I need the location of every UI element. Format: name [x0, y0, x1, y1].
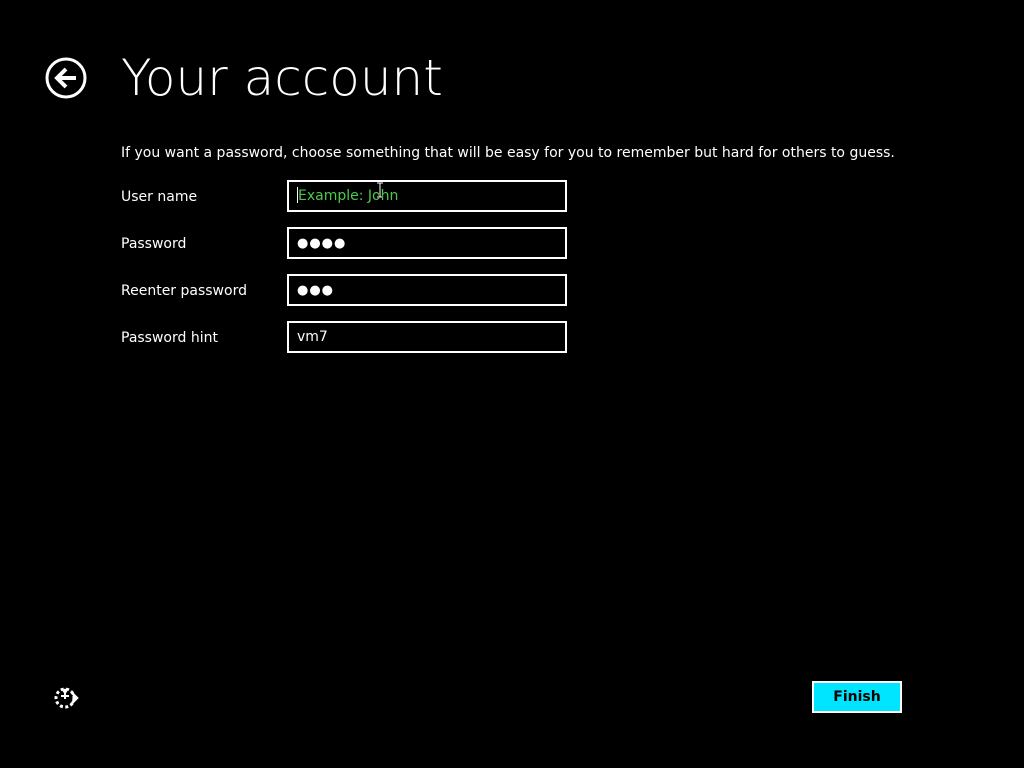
ibeam-cursor-icon: [377, 182, 383, 198]
reenter-password-input[interactable]: ●●●: [287, 274, 567, 306]
password-input[interactable]: ●●●●: [287, 227, 567, 259]
ease-of-access-icon: [54, 687, 79, 709]
page-title: Your account: [121, 49, 443, 107]
reenter-password-masked-value: ●●●: [297, 283, 335, 298]
password-hint-label: Password hint: [121, 330, 218, 346]
finish-button[interactable]: Finish: [812, 681, 902, 713]
password-hint-input[interactable]: vm7: [287, 321, 567, 353]
reenter-password-label: Reenter password: [121, 283, 247, 299]
back-button[interactable]: [45, 57, 87, 99]
password-masked-value: ●●●●: [297, 236, 347, 251]
username-label: User name: [121, 189, 198, 205]
ease-of-access-button[interactable]: [52, 684, 80, 712]
username-input[interactable]: Example: John: [287, 180, 567, 212]
password-label: Password: [121, 236, 187, 252]
password-hint-value: vm7: [297, 329, 328, 345]
account-setup-screen: Your account If you want a password, cho…: [0, 0, 1024, 768]
instructions-text: If you want a password, choose something…: [121, 145, 895, 161]
back-arrow-circle-icon: [45, 57, 87, 99]
